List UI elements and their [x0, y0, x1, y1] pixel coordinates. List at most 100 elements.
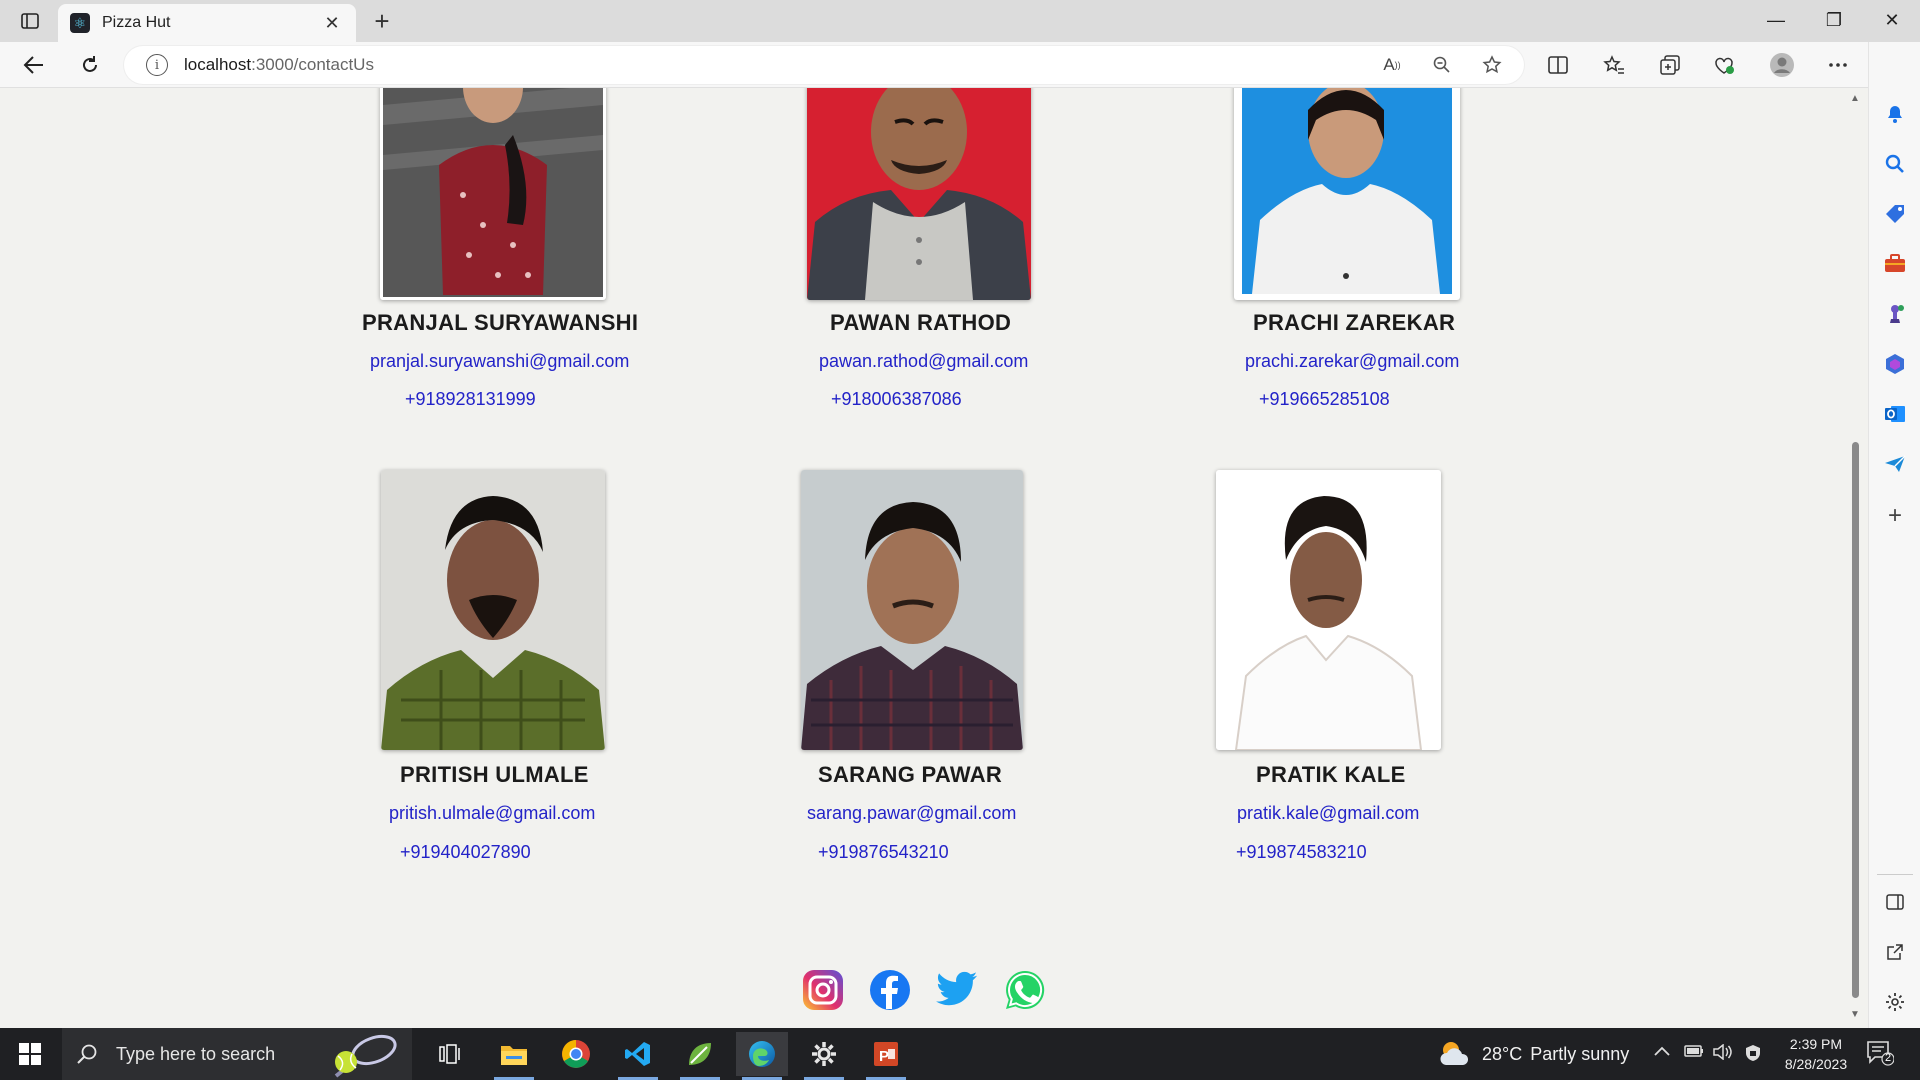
volume-icon[interactable]	[1712, 1043, 1732, 1065]
task-view-icon[interactable]	[424, 1032, 476, 1076]
contact-email-link[interactable]: pranjal.suryawanshi@gmail.com	[370, 351, 629, 372]
back-arrow-icon[interactable]	[16, 49, 52, 81]
shopping-tag-icon[interactable]	[1881, 200, 1909, 228]
contact-email-link[interactable]: sarang.pawar@gmail.com	[807, 803, 1016, 824]
tab-title: Pizza Hut	[102, 14, 171, 31]
contact-photo-pawan	[807, 88, 1031, 300]
search-placeholder: Type here to search	[116, 1043, 276, 1064]
profile-avatar[interactable]	[1764, 49, 1800, 81]
search-icon[interactable]	[1881, 150, 1909, 178]
contact-phone-link[interactable]: +919665285108	[1259, 389, 1390, 410]
microsoft-365-icon[interactable]	[1881, 350, 1909, 378]
url-host: localhost	[184, 55, 252, 74]
windows-start-icon[interactable]	[4, 1032, 56, 1076]
partly-sunny-icon	[1440, 1042, 1469, 1065]
facebook-icon[interactable]	[868, 968, 912, 1012]
browser-toolbar: i localhost:3000/contactUs A))	[0, 42, 1920, 88]
address-bar[interactable]: i localhost:3000/contactUs A))	[124, 46, 1524, 84]
contact-photo-pritish	[381, 470, 605, 750]
contact-name: SARANG PAWAR	[818, 762, 1003, 787]
scroll-thumb[interactable]	[1852, 442, 1859, 998]
contact-photo-sarang	[801, 470, 1023, 750]
vscode-icon[interactable]	[612, 1032, 664, 1080]
contact-phone-link[interactable]: +918928131999	[405, 389, 536, 410]
page-scrollbar[interactable]: ▲ ▼	[1848, 88, 1862, 1028]
react-favicon-icon: ⚛	[70, 13, 90, 33]
collections-icon[interactable]	[1652, 49, 1688, 81]
contact-phone-link[interactable]: +919404027890	[400, 842, 531, 863]
contact-page: PRANJAL SURYAWANSHI pranjal.suryawanshi@…	[0, 88, 1848, 1028]
browser-tab-active[interactable]: ⚛ Pizza Hut ✕	[58, 4, 356, 42]
chrome-icon[interactable]	[550, 1032, 602, 1076]
taskbar-search-input[interactable]: Type here to search	[62, 1028, 412, 1080]
taskbar-clock[interactable]: 2:39 PM 8/28/2023	[1776, 1034, 1856, 1074]
scroll-up-icon[interactable]: ▲	[1850, 94, 1860, 104]
file-explorer-icon[interactable]	[488, 1032, 540, 1080]
favorite-star-icon[interactable]	[1478, 53, 1506, 77]
read-aloud-icon[interactable]: A))	[1378, 53, 1406, 77]
restore-button[interactable]: ❐	[1806, 0, 1862, 40]
url-text: localhost:3000/contactUs	[184, 55, 374, 75]
svg-text:P: P	[879, 1048, 889, 1065]
security-shield-icon[interactable]	[1744, 1044, 1762, 1067]
scroll-down-icon[interactable]: ▼	[1850, 1010, 1860, 1020]
notifications-bell-icon[interactable]	[1881, 100, 1909, 128]
contact-phone-link[interactable]: +919876543210	[818, 842, 949, 863]
clock-date: 8/28/2023	[1784, 1056, 1848, 1072]
close-window-button[interactable]: ✕	[1864, 0, 1920, 40]
edge-browser-icon[interactable]	[736, 1032, 788, 1080]
contact-name: PAWAN RATHOD	[830, 310, 1012, 335]
windows-taskbar: Type here to search P 28°C Partly sunny	[0, 1028, 1920, 1080]
clock-time: 2:39 PM	[1789, 1036, 1843, 1052]
spring-tool-icon[interactable]	[674, 1032, 726, 1080]
instagram-icon[interactable]	[801, 968, 845, 1012]
contact-name: PRITISH ULMALE	[400, 762, 589, 787]
contact-email-link[interactable]: prachi.zarekar@gmail.com	[1245, 351, 1459, 372]
open-external-icon[interactable]	[1881, 938, 1909, 966]
powerpoint-icon[interactable]: P	[860, 1032, 912, 1080]
tray-chevron-up-icon[interactable]	[1654, 1044, 1670, 1062]
tools-briefcase-icon[interactable]	[1881, 250, 1909, 278]
more-options-icon[interactable]	[1820, 49, 1856, 81]
battery-icon[interactable]	[1684, 1044, 1704, 1063]
contact-email-link[interactable]: pawan.rathod@gmail.com	[819, 351, 1028, 372]
edge-sidebar: +	[1868, 42, 1920, 1028]
weather-desc: Partly sunny	[1530, 1043, 1630, 1064]
browser-titlebar: ⚛ Pizza Hut ✕ + — ❐ ✕	[0, 0, 1920, 42]
notification-center-icon[interactable]: 2	[1866, 1040, 1895, 1071]
favorites-icon[interactable]	[1596, 49, 1632, 81]
refresh-icon[interactable]	[72, 49, 108, 81]
contact-name: PRACHI ZAREKAR	[1253, 310, 1456, 335]
zoom-out-icon[interactable]	[1428, 53, 1456, 77]
hide-sidebar-icon[interactable]	[1881, 888, 1909, 916]
url-path: :3000/contactUs	[251, 55, 374, 74]
whatsapp-icon[interactable]	[1003, 968, 1047, 1012]
sidebar-divider	[1877, 874, 1913, 875]
contact-email-link[interactable]: pritish.ulmale@gmail.com	[389, 803, 595, 824]
weather-widget[interactable]: 28°C Partly sunny	[1438, 1028, 1629, 1080]
notification-count: 2	[1884, 1052, 1892, 1064]
contact-name: PRANJAL SURYAWANSHI	[362, 310, 639, 335]
site-info-icon[interactable]: i	[146, 54, 168, 76]
contact-phone-link[interactable]: +918006387086	[831, 389, 962, 410]
contact-photo-pranjal	[380, 88, 606, 300]
games-chess-icon[interactable]	[1881, 300, 1909, 328]
browser-essentials-icon[interactable]	[1706, 49, 1742, 81]
contact-photo-pratik	[1216, 470, 1441, 750]
send-drop-icon[interactable]	[1881, 450, 1909, 478]
contact-photo-prachi	[1234, 88, 1460, 300]
settings-gear-icon[interactable]	[1881, 988, 1909, 1016]
contact-name: PRATIK KALE	[1256, 762, 1406, 787]
tab-actions-icon[interactable]	[8, 6, 52, 36]
twitter-icon[interactable]	[935, 968, 979, 1012]
close-tab-icon[interactable]: ✕	[320, 13, 344, 34]
contact-phone-link[interactable]: +919874583210	[1236, 842, 1367, 863]
contact-email-link[interactable]: pratik.kale@gmail.com	[1237, 803, 1419, 824]
add-sidebar-app-icon[interactable]: +	[1881, 502, 1909, 530]
settings-app-icon[interactable]	[798, 1032, 850, 1080]
search-magnifier-icon	[77, 1044, 97, 1064]
new-tab-button[interactable]: +	[366, 6, 398, 36]
split-screen-icon[interactable]	[1540, 49, 1576, 81]
outlook-icon[interactable]	[1881, 400, 1909, 428]
minimize-button[interactable]: —	[1748, 0, 1804, 40]
